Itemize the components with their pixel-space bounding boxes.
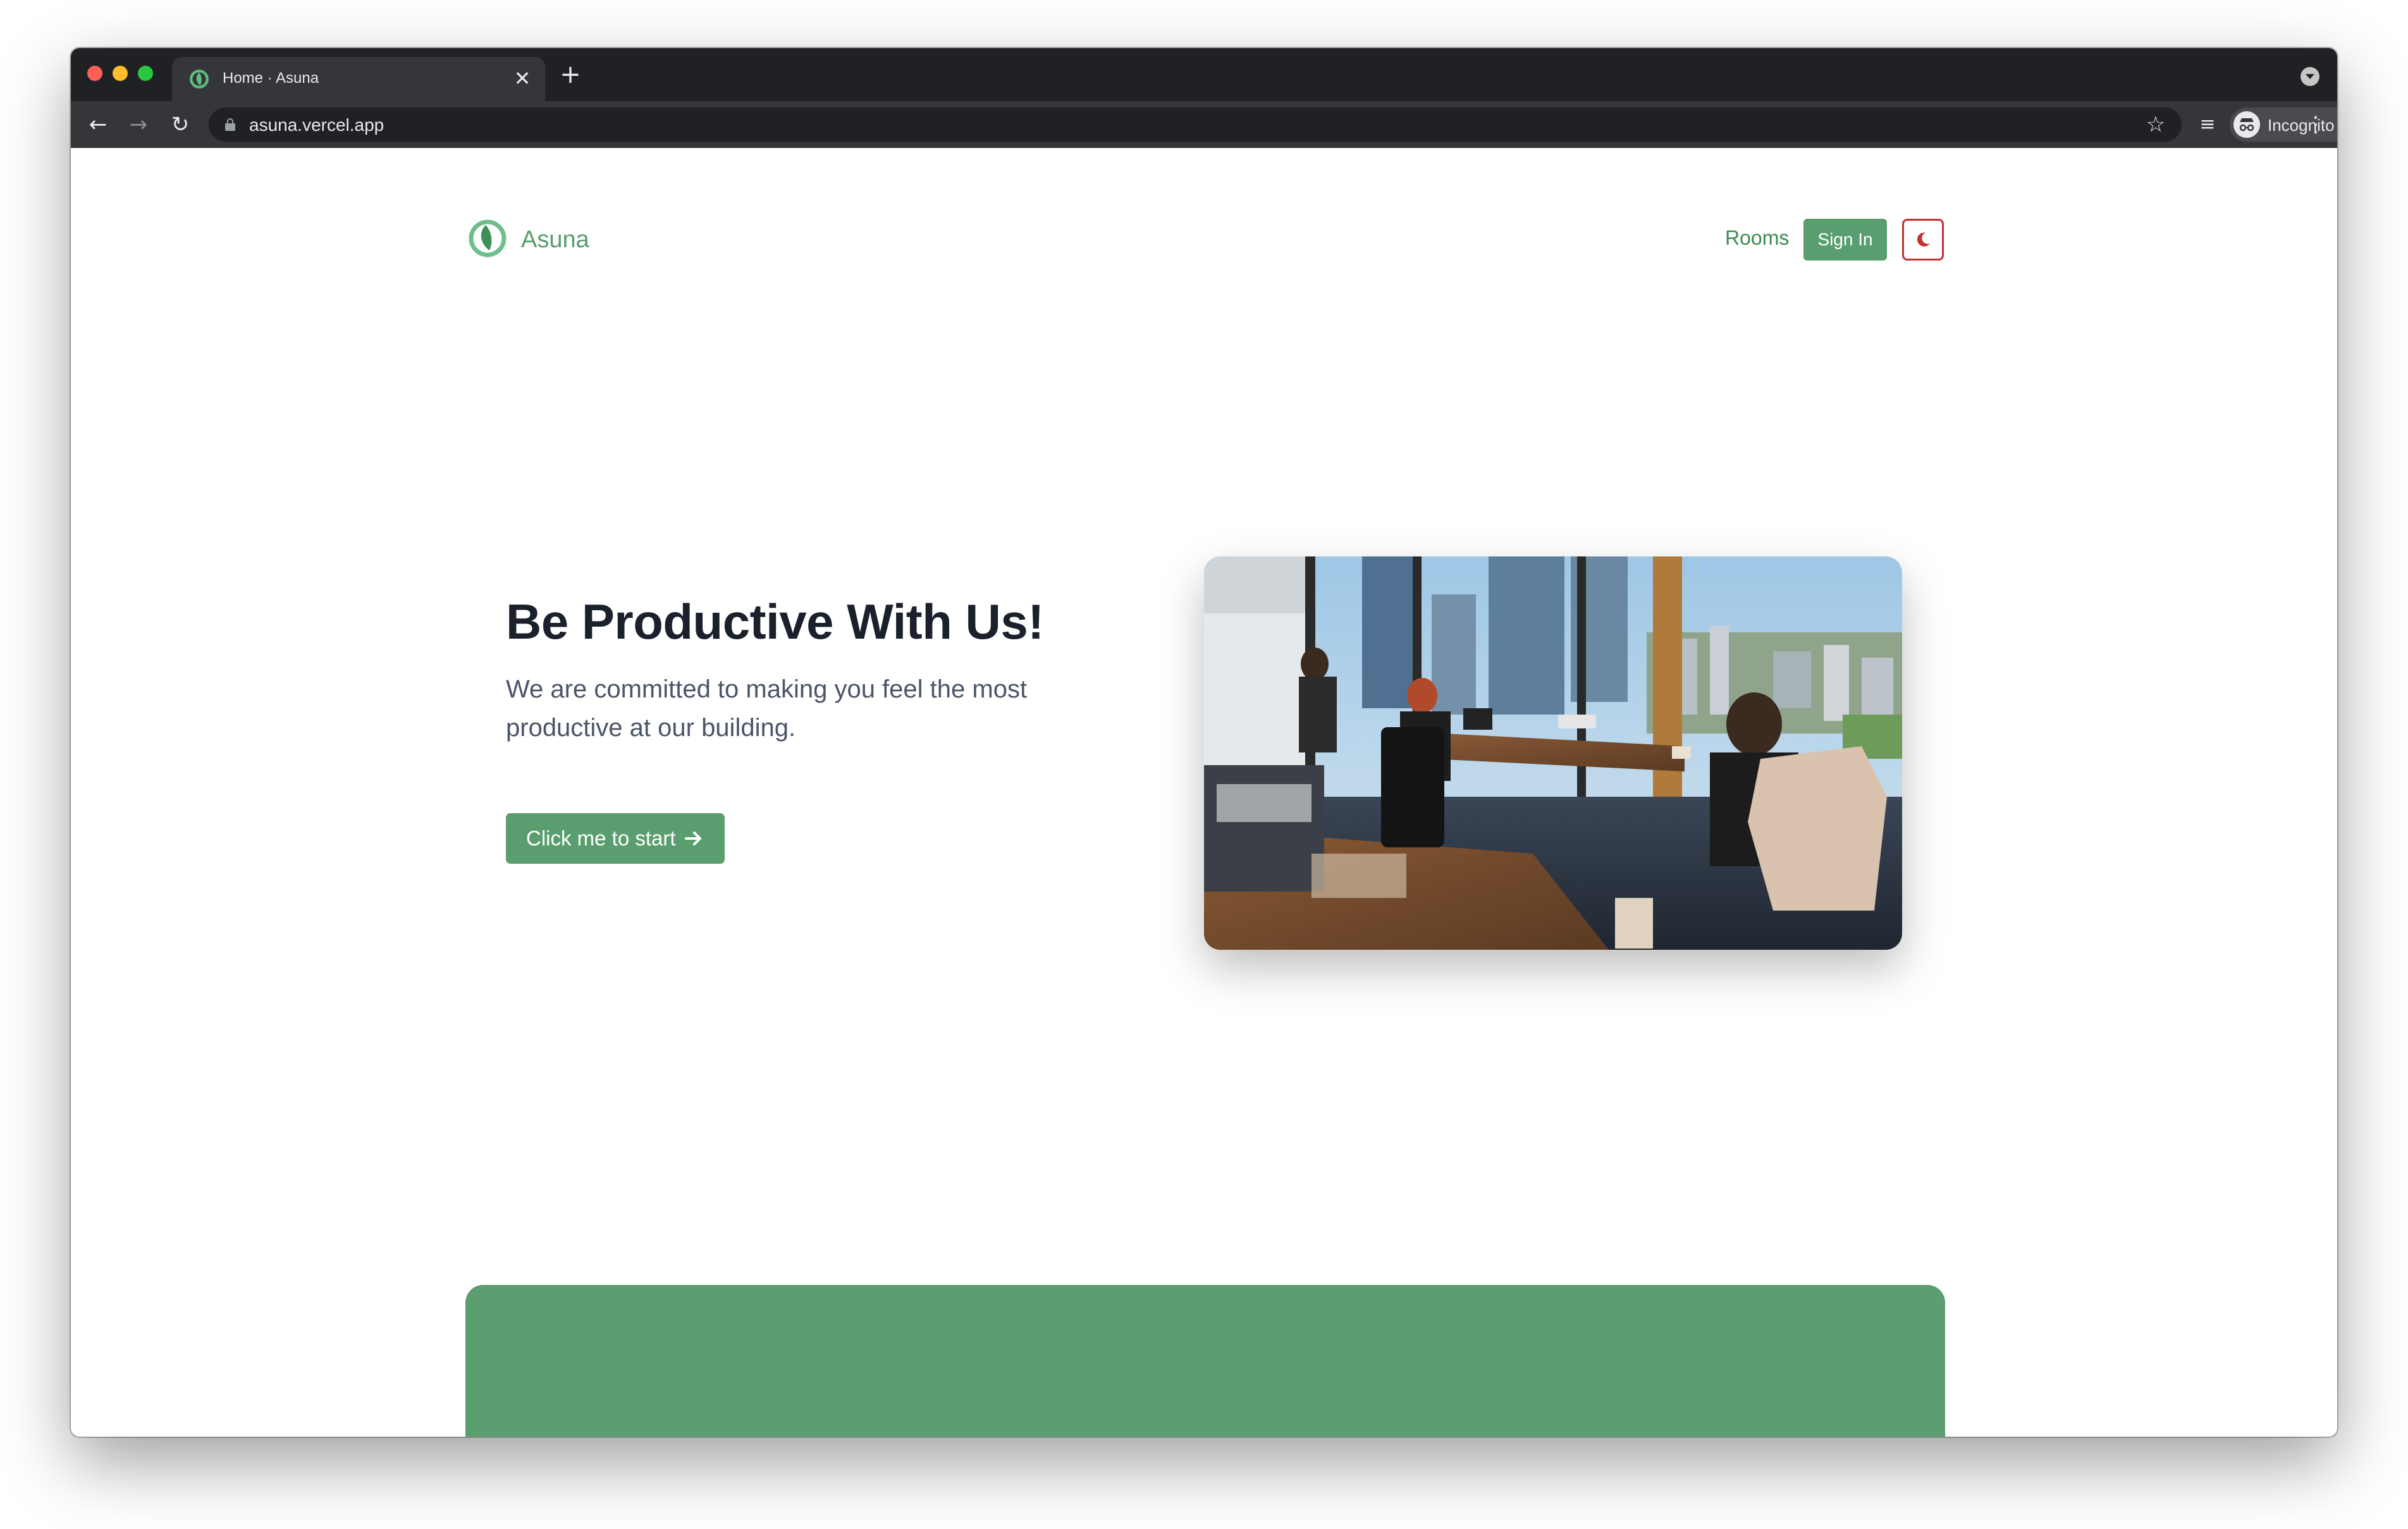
window-close-button[interactable] [87, 66, 102, 81]
lock-icon[interactable] [225, 118, 235, 131]
hero-title: Be Productive With Us! [506, 594, 1044, 649]
address-bar[interactable]: asuna.vercel.app ☆ [209, 107, 2182, 142]
tab-title: Home · Asuna [223, 70, 319, 87]
tab-search-icon[interactable] [2300, 67, 2319, 86]
browser-tab-home[interactable]: Home · Asuna ✕ [172, 57, 545, 101]
browser-menu-icon[interactable]: ⋮ [2303, 110, 2328, 139]
page-viewport: Asuna Rooms Sign In Be Productive With U… [71, 148, 2337, 1437]
media-control-icon[interactable]: ≡ [2193, 110, 2222, 139]
office-photo-illustration [1204, 556, 1902, 950]
browser-tab-bar: Home · Asuna ✕ + [71, 48, 2337, 101]
hero-subtitle: We are committed to making you feel the … [506, 675, 1028, 742]
sign-in-button[interactable]: Sign In [1803, 219, 1887, 261]
arrow-right-icon [685, 832, 701, 845]
reload-icon[interactable]: ↻ [166, 110, 195, 139]
bookmark-star-icon[interactable]: ☆ [2142, 111, 2169, 138]
window-minimize-button[interactable] [113, 66, 128, 81]
tab-close-icon[interactable]: ✕ [511, 67, 534, 90]
moon-icon [1917, 232, 1930, 247]
office-photo [1204, 556, 1902, 950]
green-feature-panel [465, 1285, 1945, 1437]
url-text[interactable]: asuna.vercel.app [249, 115, 384, 135]
incognito-icon [2233, 111, 2260, 138]
asuna-favicon-icon [190, 70, 209, 89]
cta-label: Click me to start [526, 826, 676, 850]
browser-window: Home · Asuna ✕ + ← → ↻ asuna.vercel.app … [71, 48, 2337, 1437]
forward-arrow-icon[interactable]: → [124, 110, 153, 139]
window-zoom-button[interactable] [138, 66, 153, 81]
back-arrow-icon[interactable]: ← [83, 110, 113, 139]
asuna-logo-icon [469, 219, 507, 257]
new-tab-icon[interactable]: + [558, 62, 583, 87]
start-cta-button[interactable]: Click me to start [506, 813, 725, 864]
brand-name: Asuna [521, 226, 589, 253]
nav-link-rooms[interactable]: Rooms [1725, 226, 1789, 250]
theme-toggle-button[interactable] [1902, 219, 1944, 261]
browser-toolbar: ← → ↻ asuna.vercel.app ☆ ≡ Incognito ⋮ [71, 101, 2337, 148]
